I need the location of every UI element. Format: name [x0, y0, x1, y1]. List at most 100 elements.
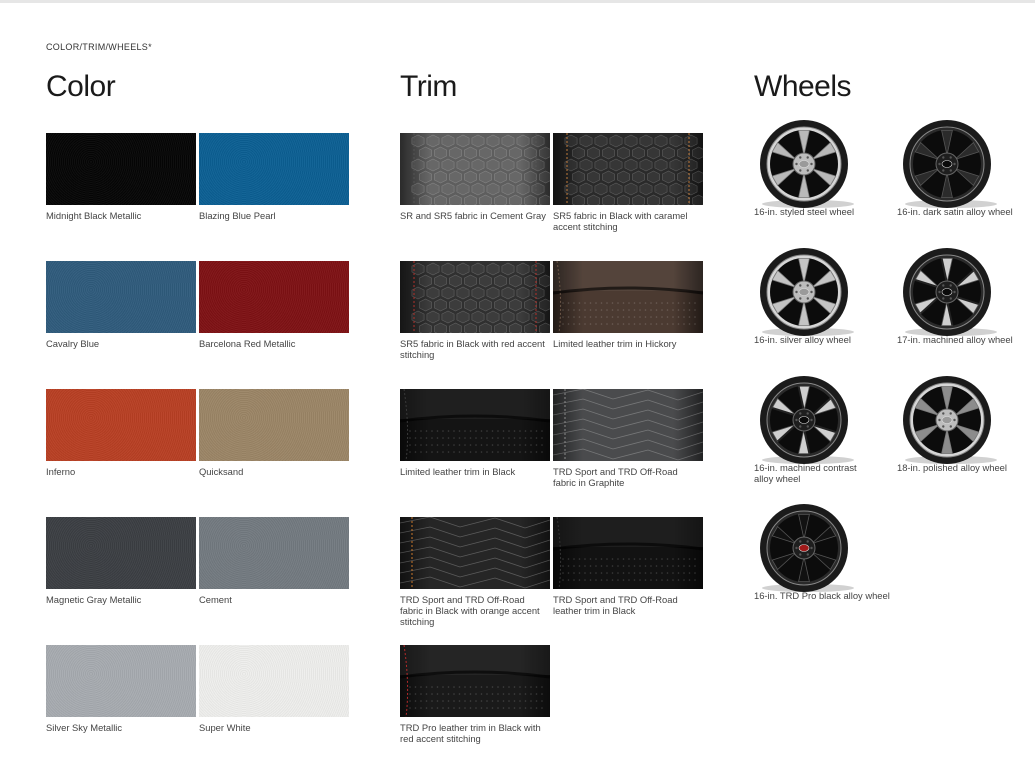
- trim-name: SR5 fabric in Black with red accent stit…: [400, 338, 545, 360]
- swatch-texture: [46, 261, 196, 333]
- swatch-texture: [199, 517, 349, 589]
- swatch-texture: [46, 645, 196, 717]
- wheel-name: 16-in. styled steel wheel: [754, 206, 855, 217]
- color-swatch-tile[interactable]: Barcelona Red Metallic: [199, 261, 349, 349]
- color-name: Magnetic Gray Metallic: [46, 594, 142, 605]
- color-name: Super White: [199, 722, 251, 733]
- color-name: Midnight Black Metallic: [46, 210, 142, 221]
- wheel-image: [760, 504, 854, 592]
- color-name: Inferno: [46, 466, 76, 477]
- top-divider: [0, 0, 1035, 3]
- trim-fabric-image: [400, 517, 550, 589]
- trim-fabric-image: [400, 389, 550, 461]
- wheel-name: 16-in. TRD Pro black alloy wheel: [754, 590, 890, 601]
- trim-fabric-image: [553, 133, 703, 205]
- color-name: Silver Sky Metallic: [46, 722, 123, 733]
- trim-name: TRD Pro leather trim in Black with red a…: [400, 722, 541, 744]
- color-heading: Color: [46, 70, 116, 103]
- trim-fabric-image: [553, 389, 703, 461]
- wheel-name: 16-in. dark satin alloy wheel: [897, 206, 1013, 217]
- wheel-tile[interactable]: 16-in. machined contrast alloy wheel: [746, 374, 886, 484]
- swatch-texture: [46, 133, 196, 205]
- trim-name: SR5 fabric in Black with caramel accent …: [553, 210, 688, 232]
- wheel-tile[interactable]: 17-in. machined alloy wheel: [889, 246, 1034, 345]
- color-swatch: [46, 133, 196, 205]
- trim-pattern: [553, 261, 703, 333]
- trim-tile[interactable]: TRD Pro leather trim in Black with red a…: [400, 645, 550, 744]
- color-name: Barcelona Red Metallic: [199, 338, 296, 349]
- trim-tile[interactable]: Limited leather trim in Black: [400, 389, 550, 477]
- color-swatch: [199, 389, 349, 461]
- trim-name: TRD Sport and TRD Off-Road leather trim …: [553, 594, 678, 616]
- color-swatch-tile[interactable]: Super White: [199, 645, 349, 733]
- trim-tile[interactable]: Limited leather trim in Hickory: [553, 261, 703, 349]
- wheel-tile[interactable]: 18-in. polished alloy wheel: [889, 374, 1034, 473]
- swatch-texture: [199, 133, 349, 205]
- wheel-image: [903, 120, 997, 208]
- wheel-tile[interactable]: 16-in. styled steel wheel: [746, 118, 886, 217]
- trim-pattern: [400, 261, 550, 333]
- wheel-name: 17-in. machined alloy wheel: [897, 334, 1013, 345]
- color-swatch-tile[interactable]: Silver Sky Metallic: [46, 645, 196, 733]
- trim-fabric-image: [400, 133, 550, 205]
- wheel-name: 16-in. machined contrast alloy wheel: [754, 462, 857, 484]
- wheel-image: [760, 376, 854, 464]
- swatch-texture: [199, 261, 349, 333]
- trim-tile[interactable]: TRD Sport and TRD Off-Road fabric in Gra…: [553, 389, 703, 488]
- trim-tile[interactable]: TRD Sport and TRD Off-Road fabric in Bla…: [400, 517, 550, 627]
- trim-pattern: [400, 517, 550, 589]
- trim-fabric-image: [400, 645, 550, 717]
- wheel-tile[interactable]: 16-in. silver alloy wheel: [746, 246, 886, 345]
- swatch-texture: [199, 645, 349, 717]
- wheel-image: [903, 248, 997, 336]
- wheel-image: [760, 248, 854, 336]
- swatch-texture: [46, 389, 196, 461]
- trim-pattern: [553, 133, 703, 205]
- trim-fabric-image: [553, 261, 703, 333]
- wheel-image: [760, 120, 854, 208]
- wheel-tile[interactable]: 16-in. TRD Pro black alloy wheel: [746, 502, 906, 601]
- color-swatch: [199, 517, 349, 589]
- trim-tile[interactable]: SR5 fabric in Black with caramel accent …: [553, 133, 703, 232]
- swatch-texture: [199, 389, 349, 461]
- wheels-heading: Wheels: [754, 70, 852, 103]
- color-name: Quicksand: [199, 466, 244, 477]
- trim-pattern: [553, 389, 703, 461]
- trim-tile[interactable]: SR and SR5 fabric in Cement Gray: [400, 133, 550, 221]
- color-name: Blazing Blue Pearl: [199, 210, 276, 221]
- color-swatch-tile[interactable]: Midnight Black Metallic: [46, 133, 196, 221]
- trim-name: Limited leather trim in Black: [400, 466, 516, 477]
- swatch-texture: [46, 517, 196, 589]
- color-swatch: [199, 261, 349, 333]
- wheel-tile[interactable]: 16-in. dark satin alloy wheel: [889, 118, 1034, 217]
- trim-fabric-image: [553, 517, 703, 589]
- color-swatch: [46, 261, 196, 333]
- color-swatch-tile[interactable]: Cement: [199, 517, 349, 605]
- color-name: Cement: [199, 594, 232, 605]
- trim-pattern: [400, 389, 550, 461]
- trim-name: Limited leather trim in Hickory: [553, 338, 677, 349]
- trim-name: SR and SR5 fabric in Cement Gray: [400, 210, 546, 221]
- trim-heading: Trim: [400, 70, 457, 103]
- wheel-image: [903, 376, 997, 464]
- color-swatch-tile[interactable]: Blazing Blue Pearl: [199, 133, 349, 221]
- trim-pattern: [400, 645, 550, 717]
- wheel-name: 18-in. polished alloy wheel: [897, 462, 1007, 473]
- color-swatch-tile[interactable]: Magnetic Gray Metallic: [46, 517, 196, 605]
- trim-fabric-image: [400, 261, 550, 333]
- trim-name: TRD Sport and TRD Off-Road fabric in Gra…: [553, 466, 678, 488]
- color-name: Cavalry Blue: [46, 338, 100, 349]
- trim-tile[interactable]: SR5 fabric in Black with red accent stit…: [400, 261, 550, 360]
- trim-name: TRD Sport and TRD Off-Road fabric in Bla…: [400, 594, 540, 627]
- color-swatch-tile[interactable]: Cavalry Blue: [46, 261, 196, 349]
- trim-tile[interactable]: TRD Sport and TRD Off-Road leather trim …: [553, 517, 703, 616]
- section-label: COLOR/TRIM/WHEELS*: [46, 42, 152, 52]
- color-swatch: [199, 133, 349, 205]
- color-swatch-tile[interactable]: Quicksand: [199, 389, 349, 477]
- color-swatch: [46, 517, 196, 589]
- wheel-name: 16-in. silver alloy wheel: [754, 334, 851, 345]
- color-swatch: [46, 645, 196, 717]
- trim-pattern: [553, 517, 703, 589]
- color-swatch: [199, 645, 349, 717]
- color-swatch-tile[interactable]: Inferno: [46, 389, 196, 477]
